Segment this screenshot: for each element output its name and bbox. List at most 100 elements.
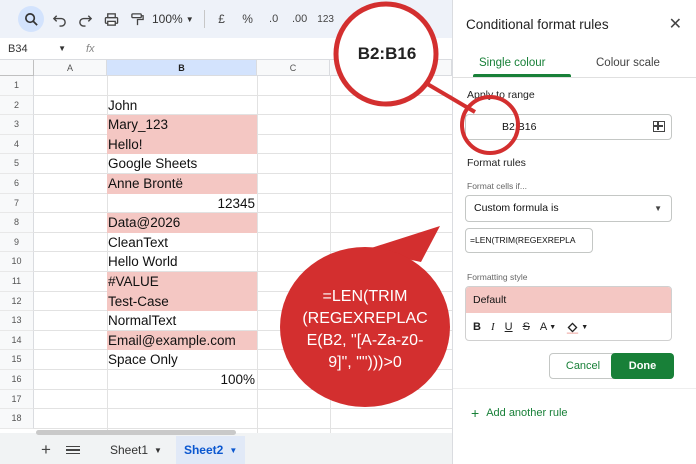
row-header[interactable]: 14 <box>0 330 34 351</box>
cell-b14[interactable]: Email@example.com <box>107 330 257 351</box>
row-header[interactable]: 10 <box>0 252 34 272</box>
bubble-line: =LEN(TRIM <box>322 288 408 305</box>
cell-b9[interactable]: CleanText <box>107 233 257 253</box>
more-formats-button[interactable]: 123 <box>315 6 337 32</box>
column-header-c[interactable]: C <box>257 60 330 76</box>
chevron-down-icon: ▼ <box>154 445 162 455</box>
done-button[interactable]: Done <box>611 353 674 379</box>
row-header[interactable]: 2 <box>0 95 34 116</box>
currency-button[interactable]: £ <box>211 6 233 32</box>
panel-divider <box>453 388 696 389</box>
zoom-value: 100% <box>152 12 183 26</box>
row-header[interactable]: 3 <box>0 115 34 135</box>
sheet-tab-bar: + Sheet1 ▼ Sheet2 ▼ <box>0 436 452 464</box>
all-sheets-menu-icon[interactable] <box>66 445 80 455</box>
spreadsheet-grid[interactable]: A B C 1 2 3 4 5 6 7 8 9 10 11 12 13 14 15 16 17 18 John Mar… <box>0 60 452 433</box>
tab-single-colour[interactable]: Single colour <box>479 57 545 69</box>
chevron-down-icon: ▼ <box>654 204 662 213</box>
cell-b2[interactable]: John <box>107 96 257 116</box>
name-box[interactable]: B34 ▼ <box>0 43 72 55</box>
bold-icon[interactable]: B <box>473 321 481 333</box>
row-header[interactable]: 15 <box>0 350 34 370</box>
cell-b12[interactable]: Test-Case <box>107 291 257 312</box>
cell-b16[interactable]: 100% <box>107 370 257 390</box>
row-header[interactable]: 5 <box>0 154 34 174</box>
custom-formula-input[interactable]: =LEN(TRIM(REGEXREPLA <box>465 228 593 253</box>
cell-b4[interactable]: Hello! <box>107 134 257 155</box>
zoom-select[interactable]: 100% ▼ <box>152 6 194 32</box>
row-header[interactable]: 4 <box>0 134 34 155</box>
italic-icon[interactable]: I <box>491 321 495 333</box>
increase-decimal-button[interactable]: .00 <box>289 6 311 32</box>
tab-colour-scale[interactable]: Colour scale <box>596 57 660 69</box>
cell-b11[interactable]: #VALUE <box>107 272 257 292</box>
cell-b8[interactable]: Data@2026 <box>107 213 257 233</box>
add-rule-label: Add another rule <box>486 407 568 419</box>
cell-b10[interactable]: Hello World <box>107 252 257 272</box>
tab-divider <box>453 77 696 78</box>
add-another-rule-button[interactable]: + Add another rule <box>471 405 568 421</box>
toolbar: 100% ▼ £ % .0 .00 123 <box>0 0 452 38</box>
row-header[interactable]: 18 <box>0 409 34 429</box>
magnifier-text: B2:B16 <box>357 44 417 63</box>
horizontal-scrollbar[interactable] <box>36 430 236 435</box>
text-color-icon[interactable]: A ▼ <box>540 321 556 333</box>
redo-icon[interactable] <box>74 6 96 32</box>
gridline <box>257 76 258 433</box>
conditional-format-panel: Conditional format rules ✕ Single colour… <box>452 0 696 464</box>
column-header-b[interactable]: B <box>107 60 257 76</box>
formatting-style-label: Formatting style <box>467 272 528 282</box>
sheet-tab-1-label: Sheet1 <box>110 443 149 457</box>
row-header[interactable]: 16 <box>0 370 34 390</box>
cell-b6[interactable]: Anne Brontë <box>107 174 257 194</box>
cell-b5[interactable]: Google Sheets <box>107 154 257 174</box>
fill-color-icon[interactable]: ▼ <box>566 321 588 334</box>
bubble-line: E(B2, "[A-Za-z0- <box>306 332 424 349</box>
formatting-style-box: Default B I U S A ▼ ▼ <box>465 286 672 341</box>
row-header[interactable]: 8 <box>0 213 34 233</box>
row-header[interactable]: 12 <box>0 291 34 312</box>
bubble-line: 9]", "")))>0 <box>328 354 402 371</box>
format-rules-label: Format rules <box>467 157 526 169</box>
row-header[interactable]: 7 <box>0 193 34 214</box>
sheet-tab-2[interactable]: Sheet2 ▼ <box>175 436 246 464</box>
style-preview[interactable]: Default <box>466 287 671 313</box>
undo-icon[interactable] <box>48 6 70 32</box>
underline-icon[interactable]: U <box>505 321 513 333</box>
decrease-decimal-button[interactable]: .0 <box>263 6 285 32</box>
close-icon[interactable]: ✕ <box>669 14 682 34</box>
paint-format-icon[interactable] <box>126 6 148 32</box>
decrease-decimal-label: .0 <box>269 13 279 25</box>
select-all-corner[interactable] <box>0 60 34 76</box>
cell-reference: B34 <box>8 42 28 55</box>
cell-b13[interactable]: NormalText <box>107 311 257 331</box>
cell-b3[interactable]: Mary_123 <box>107 115 257 135</box>
row-header[interactable]: 11 <box>0 272 34 292</box>
row-header[interactable]: 6 <box>0 174 34 194</box>
fx-icon: fx <box>86 42 95 55</box>
panel-title: Conditional format rules <box>466 17 609 32</box>
search-icon[interactable] <box>18 6 44 32</box>
condition-select[interactable]: Custom formula is ▼ <box>465 195 672 222</box>
sheet-tab-1[interactable]: Sheet1 ▼ <box>102 436 170 464</box>
chevron-down-icon: ▼ <box>58 44 66 53</box>
row-header[interactable]: 9 <box>0 232 34 253</box>
strikethrough-icon[interactable]: S <box>523 321 530 333</box>
format-cells-if-label: Format cells if... <box>467 181 527 191</box>
gridline <box>34 427 452 429</box>
cell-b7[interactable]: 12345 <box>107 194 257 214</box>
add-sheet-button[interactable]: + <box>38 440 54 460</box>
row-header[interactable]: 1 <box>0 76 34 96</box>
sheet-tab-2-label: Sheet2 <box>183 443 224 457</box>
percent-button[interactable]: % <box>237 6 259 32</box>
column-header-a[interactable]: A <box>34 60 107 76</box>
row-header[interactable]: 13 <box>0 311 34 331</box>
row-header[interactable]: 17 <box>0 389 34 410</box>
range-input[interactable]: B2:B16 <box>465 114 672 140</box>
print-icon[interactable] <box>100 6 122 32</box>
increase-decimal-label: .00 <box>291 13 308 25</box>
cancel-button[interactable]: Cancel <box>549 353 617 379</box>
cell-b15[interactable]: Space Only <box>107 350 257 370</box>
chevron-down-icon: ▼ <box>185 14 194 24</box>
select-range-icon[interactable] <box>653 121 665 132</box>
